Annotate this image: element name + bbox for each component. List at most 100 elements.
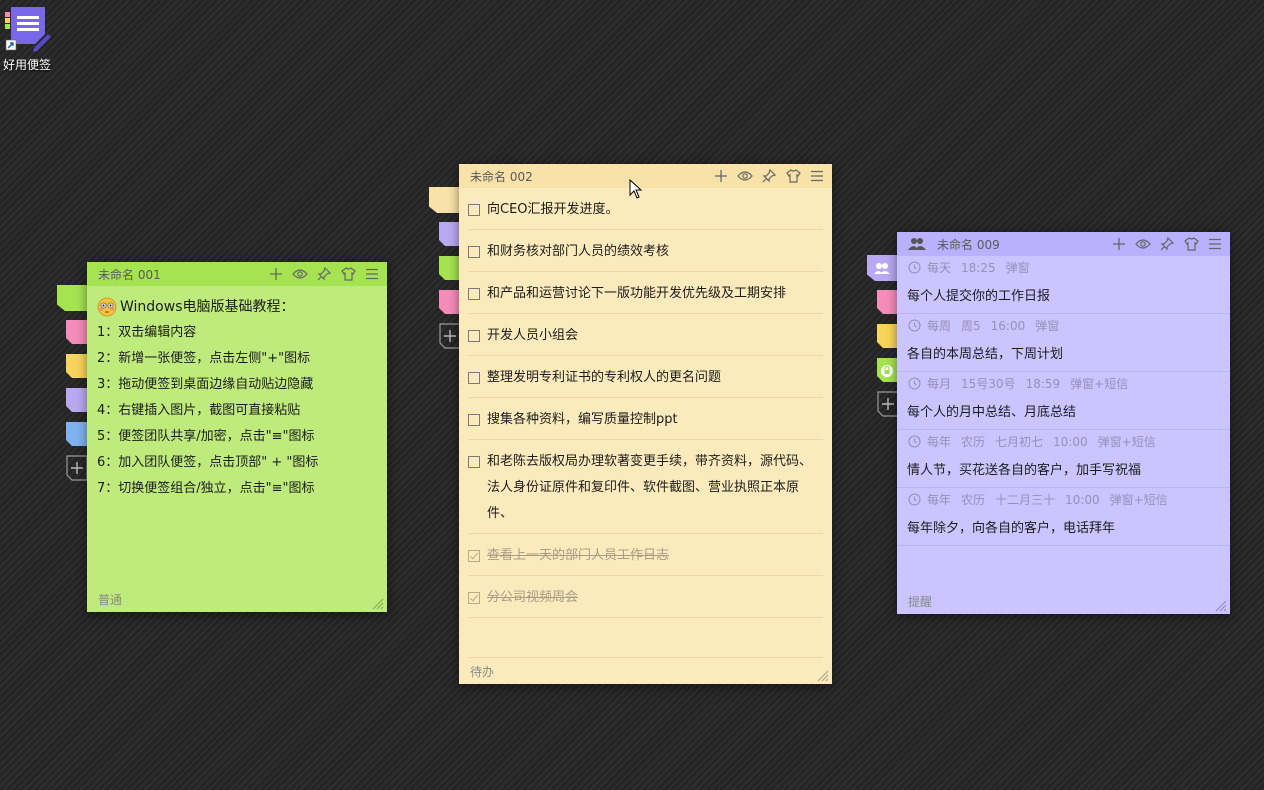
todo-checkbox[interactable] — [468, 456, 480, 468]
pin-icon[interactable] — [315, 265, 333, 283]
todo-text: 整理发明专利证书的专利权人的更名问题 — [487, 370, 722, 385]
side-tab-add-button[interactable] — [439, 323, 461, 349]
clock-icon — [908, 435, 921, 448]
note-line: 6：加入团队便签，点击顶部" + "图标 — [97, 455, 319, 470]
todo-item[interactable]: 和产品和运营讨论下一版功能开发优先级及工期安排 — [468, 281, 823, 314]
note-line: 5：便签团队共享/加密，点击"≡"图标 — [97, 429, 315, 444]
menu-icon[interactable] — [1206, 235, 1224, 253]
reminder-content: 情人节，买花送各自的客户，加手写祝福 — [907, 463, 1142, 478]
reminder-meta: 16:00 — [990, 318, 1026, 333]
reminder-schedule: 每天 18:25 弹窗 — [908, 259, 1040, 276]
note-title: 未命名 002 — [470, 169, 533, 184]
todo-empty-row[interactable] — [468, 627, 823, 658]
plus-icon[interactable] — [712, 167, 730, 185]
side-tab-cream[interactable] — [429, 187, 461, 213]
todo-item[interactable]: 向CEO汇报开发进度。 — [468, 197, 823, 230]
eye-icon[interactable] — [736, 167, 754, 185]
todo-text: 搜集各种资料，编写质量控制ppt — [487, 412, 678, 427]
todo-checkbox[interactable] — [468, 204, 480, 216]
clock-icon — [908, 261, 921, 274]
reminder-meta: 农历 — [961, 435, 986, 449]
reminder-meta: 十二月三十 — [995, 493, 1056, 507]
shirt-icon[interactable] — [784, 167, 802, 185]
sticky-note-002[interactable]: 未命名 002 向CEO汇报开发进度。 和财务核对部门人员的绩效考核 和产品和运… — [459, 164, 832, 684]
todo-checkbox-checked[interactable] — [468, 592, 480, 604]
clock-icon — [908, 319, 921, 332]
reminder-meta: 每年 — [927, 493, 952, 507]
shirt-icon[interactable] — [339, 265, 357, 283]
todo-checkbox[interactable] — [468, 330, 480, 342]
note-title: 未命名 009 — [937, 237, 1000, 252]
reminder-item[interactable]: 每周 周5 16:00 弹窗 各自的本周总结，下周计划 — [897, 314, 1230, 372]
plus-icon — [66, 455, 88, 481]
reminder-meta: 七月初七 — [995, 435, 1044, 449]
sticky-note-009[interactable]: 未命名 009 每天 18:25 弹窗 每个人提交你的工作日报 每周 周5 16… — [897, 232, 1230, 614]
todo-checkbox[interactable] — [468, 288, 480, 300]
reminder-schedule: 每年 农历 七月初七 10:00 弹窗+短信 — [908, 433, 1166, 450]
plus-icon[interactable] — [267, 265, 285, 283]
todo-item-completed[interactable]: 分公司视频周会 — [468, 585, 823, 618]
clock-icon — [908, 493, 921, 506]
reminder-item[interactable]: 每年 农历 七月初七 10:00 弹窗+短信 情人节，买花送各自的客户，加手写祝… — [897, 430, 1230, 488]
mouse-cursor-icon — [629, 179, 643, 199]
note-titlebar[interactable]: 未命名 009 — [897, 232, 1230, 256]
todo-item[interactable]: 搜集各种资料，编写质量控制ppt — [468, 407, 823, 440]
reminder-meta: 每年 — [927, 435, 952, 449]
reminder-meta: 10:00 — [1065, 492, 1100, 507]
plus-icon[interactable] — [1110, 235, 1128, 253]
note-type-label: 普通 — [98, 593, 123, 607]
note-body[interactable]: Windows电脑版基础教程： 1：双击编辑内容 2：新增一张便签，点击左侧"+… — [97, 294, 379, 502]
reminder-schedule: 每月 15号30号 18:59 弹窗+短信 — [908, 375, 1138, 392]
todo-item[interactable]: 和老陈去版权局办理软著变更手续，带齐资料，源代码、法人身份证原件和复印件、软件截… — [468, 449, 823, 534]
reminder-item[interactable]: 每天 18:25 弹窗 每个人提交你的工作日报 — [897, 256, 1230, 314]
note-line: 7：切换便签组合/独立，点击"≡"图标 — [97, 481, 315, 496]
note-titlebar[interactable]: 未命名 001 — [87, 262, 387, 286]
reminder-item[interactable]: 每年 农历 十二月三十 10:00 弹窗+短信 每年除夕，向各自的客户，电话拜年 — [897, 488, 1230, 546]
note-title: 未命名 001 — [98, 267, 161, 282]
pin-icon[interactable] — [760, 167, 778, 185]
todo-checkbox[interactable] — [468, 414, 480, 426]
side-tab-purple-group[interactable] — [867, 255, 899, 281]
todo-checkbox[interactable] — [468, 246, 480, 258]
resize-grip-icon[interactable] — [1213, 597, 1227, 612]
reminder-content: 每年除夕，向各自的客户，电话拜年 — [907, 521, 1116, 536]
reminder-content: 每个人的月中总结、月底总结 — [907, 405, 1077, 420]
menu-icon[interactable] — [363, 265, 381, 283]
eye-icon[interactable] — [291, 265, 309, 283]
reminder-meta: 弹窗 — [1035, 319, 1060, 333]
plus-icon — [439, 323, 461, 349]
reminder-item[interactable]: 每月 15号30号 18:59 弹窗+短信 每个人的月中总结、月底总结 — [897, 372, 1230, 430]
side-tab-green[interactable] — [57, 285, 89, 311]
flushed-face-emoji-icon — [97, 297, 117, 317]
resize-grip-icon[interactable] — [815, 667, 829, 682]
reminder-meta: 弹窗+短信 — [1097, 435, 1156, 449]
todo-item[interactable]: 和财务核对部门人员的绩效考核 — [468, 239, 823, 272]
note-line: 1：双击编辑内容 — [97, 325, 197, 340]
reminder-schedule: 每周 周5 16:00 弹窗 — [908, 317, 1069, 334]
todo-item[interactable]: 整理发明专利证书的专利权人的更名问题 — [468, 365, 823, 398]
todo-checkbox[interactable] — [468, 372, 480, 384]
eye-icon[interactable] — [1134, 235, 1152, 253]
side-tab-add-button[interactable] — [66, 455, 88, 481]
reminder-content: 每个人提交你的工作日报 — [907, 289, 1051, 304]
todo-text: 和老陈去版权局办理软著变更手续，带齐资料，源代码、法人身份证原件和复印件、软件截… — [487, 454, 813, 521]
sticky-note-001[interactable]: 未命名 001 Windows电脑版基础教程： 1：双击编辑内容 2：新增一张便… — [87, 262, 387, 612]
resize-grip-icon[interactable] — [370, 595, 384, 610]
todo-text: 开发人员小组会 — [487, 328, 579, 343]
pin-icon[interactable] — [1158, 235, 1176, 253]
todo-text: 和财务核对部门人员的绩效考核 — [487, 244, 670, 259]
group-icon — [908, 238, 926, 250]
note-type-label: 提醒 — [908, 595, 933, 609]
app-icon — [2, 4, 52, 54]
desktop-shortcut-haoyong-bianqian[interactable]: 好用便签 — [0, 4, 54, 73]
todo-checkbox-checked[interactable] — [468, 550, 480, 562]
shirt-icon[interactable] — [1182, 235, 1200, 253]
note-titlebar[interactable]: 未命名 002 — [459, 164, 832, 188]
todo-item-completed[interactable]: 查看上一天的部门人员工作日志 — [468, 543, 823, 576]
note-line: 3：拖动便签到桌面边缘自动贴边隐藏 — [97, 377, 314, 392]
side-tab-add-button[interactable] — [877, 391, 899, 417]
todo-item[interactable]: 开发人员小组会 — [468, 323, 823, 356]
reminder-meta: 15号30号 — [961, 377, 1016, 391]
menu-icon[interactable] — [808, 167, 826, 185]
todo-text: 和产品和运营讨论下一版功能开发优先级及工期安排 — [487, 286, 787, 301]
